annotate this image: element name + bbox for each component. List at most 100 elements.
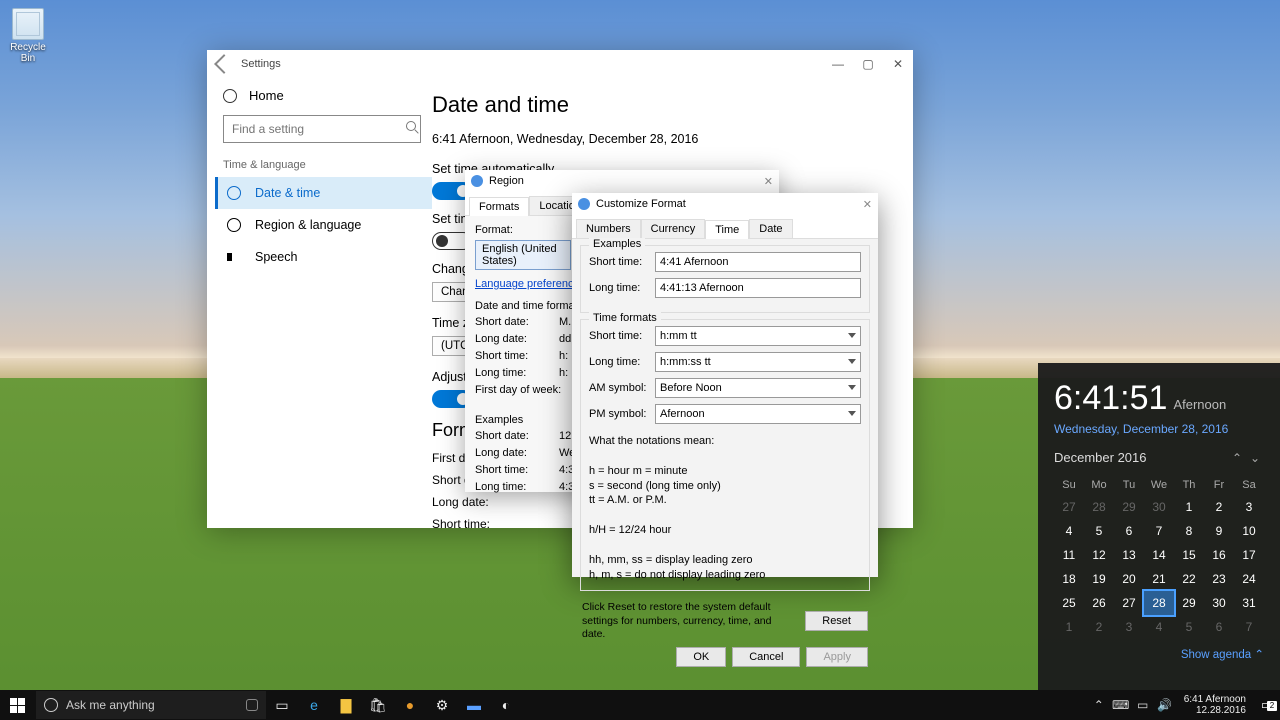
calendar-day[interactable]: 28 [1084,495,1114,519]
month-label[interactable]: December 2016 [1054,450,1228,465]
close-button[interactable]: ✕ [883,50,913,78]
app-icon-3[interactable]: ◐ [490,690,522,720]
calendar-day[interactable]: 27 [1114,591,1144,615]
calendar-day[interactable]: 6 [1114,519,1144,543]
calendar-day[interactable]: 1 [1054,615,1084,639]
example-long-time [655,278,861,298]
sidebar-item-region[interactable]: Region & language [215,209,432,241]
language-preferences-link[interactable]: Language preferences [475,278,585,290]
apply-button[interactable]: Apply [806,647,868,667]
calendar-day[interactable]: 27 [1054,495,1084,519]
calendar-day[interactable]: 23 [1204,567,1234,591]
task-view-button[interactable]: ▭ [266,690,298,720]
calendar-day[interactable]: 2 [1084,615,1114,639]
long-time-select[interactable]: h:mm:ss tt [655,352,861,372]
calendar-day[interactable]: 24 [1234,567,1264,591]
calendar-day[interactable]: 28 [1144,591,1174,615]
show-agenda-link[interactable]: Show agenda ⌃ [1054,647,1264,661]
settings-taskbar-icon[interactable]: ⚙ [426,690,458,720]
store-icon[interactable]: 🛍 [362,690,394,720]
flyout-date[interactable]: Wednesday, December 28, 2016 [1054,422,1264,436]
calendar-day[interactable]: 21 [1144,567,1174,591]
calendar-day[interactable]: 14 [1144,543,1174,567]
volume-icon[interactable]: 🔊 [1154,698,1176,712]
calendar-day[interactable]: 18 [1054,567,1084,591]
calendar-day[interactable]: 16 [1204,543,1234,567]
calendar-day[interactable]: 31 [1234,591,1264,615]
calendar-day[interactable]: 26 [1084,591,1114,615]
calendar-day[interactable]: 20 [1114,567,1144,591]
search-input[interactable] [223,115,421,143]
recycle-bin[interactable]: Recycle Bin [6,8,50,64]
calendar-day[interactable]: 29 [1114,495,1144,519]
settings-titlebar[interactable]: Settings — ▢ ✕ [207,50,913,78]
back-icon[interactable] [214,54,234,74]
calendar-day[interactable]: 15 [1174,543,1204,567]
calendar-day[interactable]: 2 [1204,495,1234,519]
clock-icon [227,186,241,200]
calendar-day[interactable]: 30 [1204,591,1234,615]
calendar-day[interactable]: 29 [1174,591,1204,615]
action-center-button[interactable]: ▭2 [1254,697,1280,713]
format-select[interactable]: English (United States) [475,240,571,270]
tab-numbers[interactable]: Numbers [576,219,641,238]
calendar-day[interactable]: 8 [1174,519,1204,543]
next-month-button[interactable]: ⌄ [1246,451,1264,465]
calendar-day[interactable]: 12 [1084,543,1114,567]
example-short-time [655,252,861,272]
calendar-day[interactable]: 25 [1054,591,1084,615]
calendar-day[interactable]: 13 [1114,543,1144,567]
tray-overflow-icon[interactable]: ⌃ [1088,698,1110,712]
minimize-button[interactable]: — [823,50,853,78]
calendar-day[interactable]: 4 [1054,519,1084,543]
file-explorer-icon[interactable]: ▇ [330,690,362,720]
start-button[interactable] [0,690,34,720]
maximize-button[interactable]: ▢ [853,50,883,78]
recycle-bin-icon [12,8,44,40]
calendar-day[interactable]: 22 [1174,567,1204,591]
calendar-day[interactable]: 7 [1144,519,1174,543]
calendar-day[interactable]: 30 [1144,495,1174,519]
sidebar-item-speech[interactable]: Speech [215,241,432,273]
calendar-day[interactable]: 9 [1204,519,1234,543]
sidebar-home[interactable]: Home [215,78,432,113]
settings-title: Settings [241,58,281,70]
customize-titlebar[interactable]: Customize Format ✕ [572,193,878,215]
calendar-day[interactable]: 4 [1144,615,1174,639]
calendar-day[interactable]: 19 [1084,567,1114,591]
pm-symbol-select[interactable]: Afernoon [655,404,861,424]
reset-button[interactable]: Reset [805,611,868,631]
calendar-day[interactable]: 5 [1084,519,1114,543]
prev-month-button[interactable]: ⌃ [1228,451,1246,465]
tab-formats[interactable]: Formats [469,197,529,216]
calendar-day[interactable]: 1 [1174,495,1204,519]
tab-time[interactable]: Time [705,220,749,239]
calendar-day[interactable]: 3 [1114,615,1144,639]
clock-calendar-flyout: 6:41:51Afernoon Wednesday, December 28, … [1038,363,1280,693]
close-button[interactable]: ✕ [764,175,773,188]
edge-icon[interactable]: e [298,690,330,720]
short-time-select[interactable]: h:mm tt [655,326,861,346]
calendar-day[interactable]: 17 [1234,543,1264,567]
calendar-day[interactable]: 6 [1204,615,1234,639]
am-symbol-select[interactable]: Before Noon [655,378,861,398]
sidebar-item-date-time[interactable]: Date & time [215,177,432,209]
ok-button[interactable]: OK [676,647,726,667]
calendar-day[interactable]: 11 [1054,543,1084,567]
keyboard-icon[interactable]: ⌨ [1110,698,1132,712]
network-icon[interactable]: ▭ [1132,698,1154,712]
calendar-day[interactable]: 7 [1234,615,1264,639]
cancel-button[interactable]: Cancel [732,647,800,667]
region-titlebar[interactable]: Region ✕ [465,170,779,192]
taskbar-clock[interactable]: 6:41 Afernoon 12.28.2016 [1176,694,1254,716]
tab-currency[interactable]: Currency [641,219,706,238]
app-icon[interactable]: ● [394,690,426,720]
calendar-day[interactable]: 5 [1174,615,1204,639]
taskbar: Ask me anything ▭ e ▇ 🛍 ● ⚙ ▬ ◐ ⌃ ⌨ ▭ 🔊 … [0,690,1280,720]
calendar-day[interactable]: 3 [1234,495,1264,519]
app-icon-2[interactable]: ▬ [458,690,490,720]
cortana-search[interactable]: Ask me anything [36,691,266,719]
tab-date[interactable]: Date [749,219,792,238]
close-button[interactable]: ✕ [863,198,872,211]
calendar-day[interactable]: 10 [1234,519,1264,543]
